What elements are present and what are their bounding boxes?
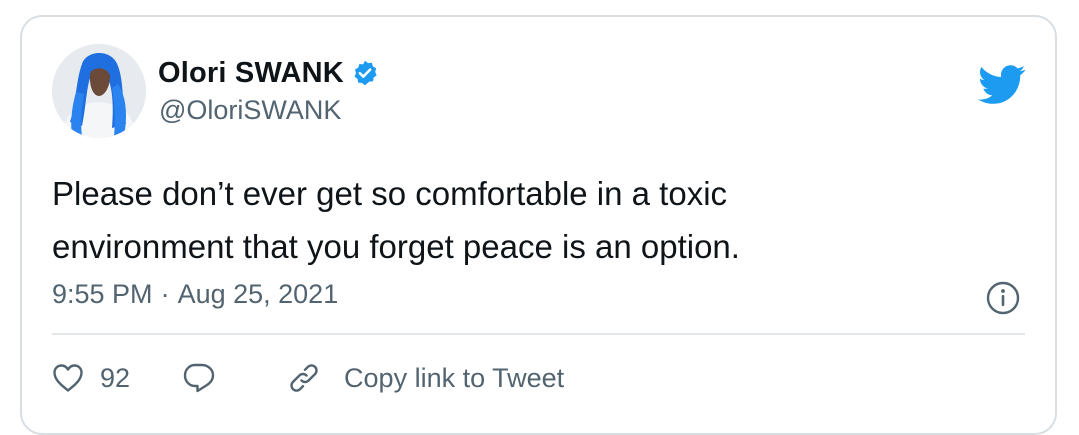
copy-link-button[interactable]: Copy link to Tweet (286, 360, 564, 396)
meta-separator: · (160, 279, 170, 309)
verified-badge-icon (351, 59, 379, 87)
link-icon (286, 360, 322, 396)
heart-icon (52, 363, 84, 393)
copy-link-label: Copy link to Tweet (344, 362, 565, 393)
tweet-time[interactable]: 9:55 PM (52, 279, 153, 310)
tweet-date[interactable]: Aug 25, 2021 (178, 279, 339, 310)
tweet-text: Please don’t ever get so comfortable in … (52, 175, 740, 265)
avatar[interactable] (52, 44, 146, 138)
tweet-card: Olori SWANK @OloriSWANK Please don’t eve… (20, 15, 1057, 435)
info-icon[interactable] (985, 280, 1021, 316)
like-count: 92 (100, 362, 131, 393)
display-name[interactable]: Olori SWANK (158, 57, 344, 90)
reply-bubble-icon (182, 362, 216, 394)
like-button[interactable]: 92 (52, 363, 130, 394)
user-handle[interactable]: @OloriSWANK (159, 95, 341, 126)
divider (52, 333, 1025, 335)
author-name-row: Olori SWANK (158, 55, 379, 91)
reply-button[interactable] (182, 362, 216, 394)
twitter-bird-icon[interactable] (978, 65, 1026, 105)
tweet-actions: 92 Copy link to Tweet (52, 357, 564, 399)
tweet-timestamp[interactable]: 9:55 PM · Aug 25, 2021 (52, 279, 338, 310)
